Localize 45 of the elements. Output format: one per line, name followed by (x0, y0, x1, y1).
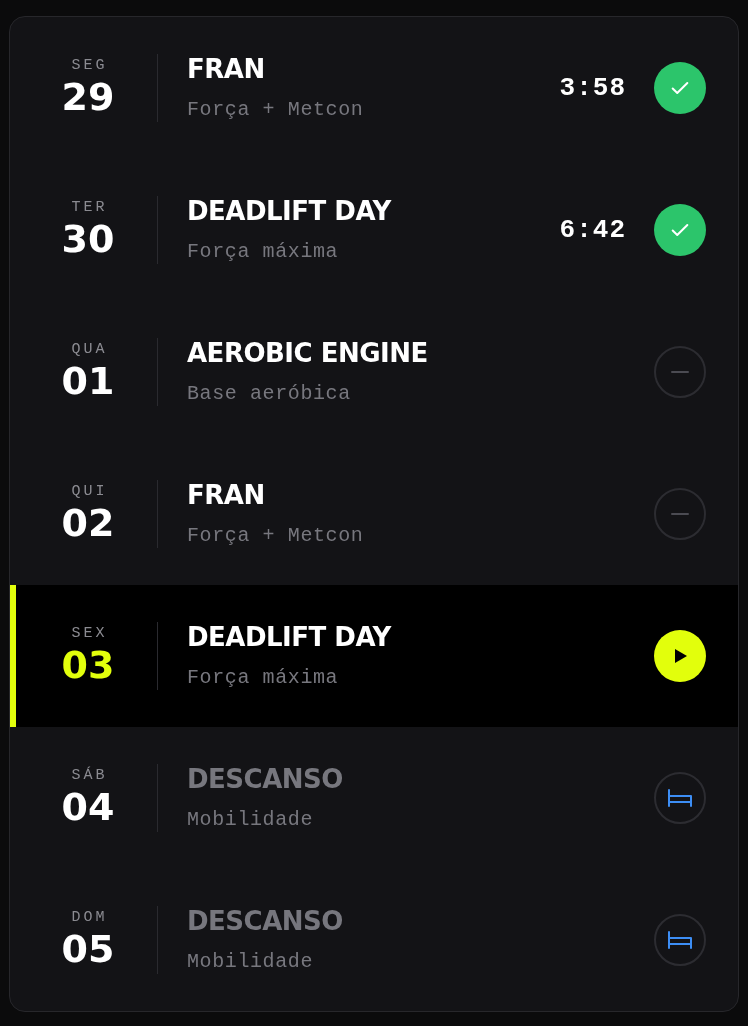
workout-subtitle: Base aeróbica (187, 382, 352, 406)
date-number: 05 (61, 927, 115, 971)
weekday-label: TER (70, 199, 108, 217)
workout-row[interactable]: QUI 02 FRAN Força + Metcon (10, 443, 738, 585)
weekday-label: SÁB (70, 767, 108, 785)
workout-title: DEADLIFT DAY (187, 622, 393, 652)
check-icon (654, 204, 706, 256)
workout-row[interactable]: QUA 01 AEROBIC ENGINE Base aeróbica (10, 301, 738, 443)
workout-row[interactable]: SÁB 04 DESCANSO Mobilidade (10, 727, 738, 869)
date-number: 30 (61, 217, 115, 261)
workout-row[interactable]: DOM 05 DESCANSO Mobilidade (10, 869, 738, 1011)
play-icon (674, 648, 688, 664)
date-number: 02 (61, 501, 115, 545)
minus-icon (654, 346, 706, 398)
workout-subtitle: Força máxima (187, 666, 340, 690)
minus-icon (654, 488, 706, 540)
weekday-label: QUA (70, 341, 108, 359)
bed-icon (654, 914, 706, 966)
bed-icon (654, 772, 706, 824)
workout-title: DESCANSO (187, 906, 344, 936)
workout-title: DEADLIFT DAY (187, 196, 393, 226)
workout-row[interactable]: SEG 29 FRAN Força + Metcon 3:58 (10, 17, 738, 159)
check-icon (654, 62, 706, 114)
workout-subtitle: Força + Metcon (187, 524, 365, 548)
workout-time: 3:58 (559, 73, 626, 103)
date-number: 03 (61, 643, 115, 687)
workout-title: DESCANSO (187, 764, 344, 794)
workout-title: FRAN (187, 54, 266, 84)
workout-title: FRAN (187, 480, 266, 510)
workout-subtitle: Força máxima (187, 240, 340, 264)
workout-subtitle: Mobilidade (187, 808, 315, 832)
date-number: 01 (61, 359, 115, 403)
workout-row[interactable]: TER 30 DEADLIFT DAY Força máxima 6:42 (10, 159, 738, 301)
weekday-label: DOM (70, 909, 108, 927)
date-number: 04 (61, 785, 115, 829)
weekday-label: SEG (70, 57, 108, 75)
play-button[interactable] (654, 630, 706, 682)
workout-subtitle: Força + Metcon (187, 98, 365, 122)
workout-row[interactable]: SEX 03 DEADLIFT DAY Força máxima (10, 585, 738, 727)
weekday-label: QUI (70, 483, 108, 501)
workout-title: AEROBIC ENGINE (187, 338, 429, 368)
date-number: 29 (61, 75, 115, 119)
weekday-label: SEX (70, 625, 108, 643)
workout-time: 6:42 (559, 215, 626, 245)
workout-subtitle: Mobilidade (187, 950, 315, 974)
